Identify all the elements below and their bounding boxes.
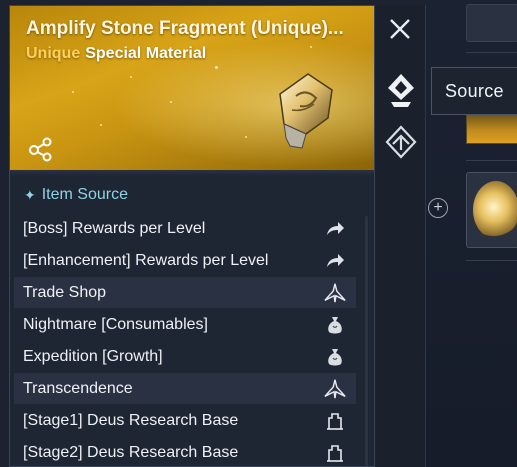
source-row-enhancement-rewards[interactable]: [Enhancement] Rewards per Level	[14, 245, 356, 276]
pouch-icon	[324, 314, 346, 336]
source-list: [Boss] Rewards per Level [Enhancement] R…	[14, 213, 356, 466]
source-row-stage1[interactable]: [Stage1] Deus Research Base	[14, 405, 356, 436]
source-icon[interactable]	[384, 72, 418, 110]
item-title: Amplify Stone Fragment (Unique)...	[26, 18, 344, 39]
arrow-link-icon	[324, 218, 346, 240]
arrow-link-icon	[324, 250, 346, 272]
item-detail-panel: Amplify Stone Fragment (Unique)... Uniqu…	[9, 5, 375, 467]
background-item-slot[interactable]	[466, 172, 517, 248]
background-divider	[466, 260, 517, 261]
source-row-transcendence[interactable]: Transcendence	[14, 373, 356, 404]
section-title: Item Source	[41, 186, 128, 203]
source-label: [Stage2] Deus Research Base	[23, 443, 239, 461]
tooltip-label: Source	[445, 80, 504, 101]
source-list-scrollbar[interactable]	[365, 216, 368, 466]
background-divider	[466, 160, 517, 161]
item-image	[279, 73, 333, 149]
item-type: Unique Special Material	[26, 45, 206, 63]
source-label: [Enhancement] Rewards per Level	[23, 251, 269, 269]
source-row-stage2[interactable]: [Stage2] Deus Research Base	[14, 437, 356, 466]
close-icon[interactable]	[386, 15, 414, 43]
background-divider	[466, 52, 517, 53]
background-item-thumbnail	[466, 110, 517, 144]
source-row-nightmare[interactable]: Nightmare [Consumables]	[14, 309, 356, 340]
item-header: Amplify Stone Fragment (Unique)... Uniqu…	[10, 6, 374, 170]
source-label: Trade Shop	[23, 283, 107, 301]
source-label: Transcendence	[23, 379, 133, 397]
source-tooltip: Source	[431, 67, 517, 115]
material-link-icon[interactable]	[384, 124, 418, 162]
source-row-trade-shop[interactable]: Trade Shop	[14, 277, 356, 308]
trade-shop-icon	[324, 378, 346, 400]
sparkle-icon: ✦	[24, 186, 36, 203]
item-category: Special Material	[85, 45, 207, 62]
stage-gate-icon	[324, 442, 346, 464]
source-row-expedition[interactable]: Expedition [Growth]	[14, 341, 356, 372]
source-label: [Stage1] Deus Research Base	[23, 411, 239, 429]
source-label: Nightmare [Consumables]	[23, 315, 208, 333]
share-icon[interactable]	[28, 136, 54, 162]
stage-gate-icon	[324, 410, 346, 432]
header-divider	[10, 170, 374, 176]
item-rarity: Unique	[26, 45, 81, 62]
item-source-heading: ✦ Item Source	[24, 186, 128, 204]
add-icon[interactable]: +	[428, 198, 448, 218]
background-slot	[466, 4, 517, 42]
source-label: Expedition [Growth]	[23, 347, 163, 365]
source-row-boss-rewards[interactable]: [Boss] Rewards per Level	[14, 213, 356, 244]
trade-shop-icon	[324, 282, 346, 304]
pouch-icon	[324, 346, 346, 368]
source-label: [Boss] Rewards per Level	[23, 219, 206, 237]
